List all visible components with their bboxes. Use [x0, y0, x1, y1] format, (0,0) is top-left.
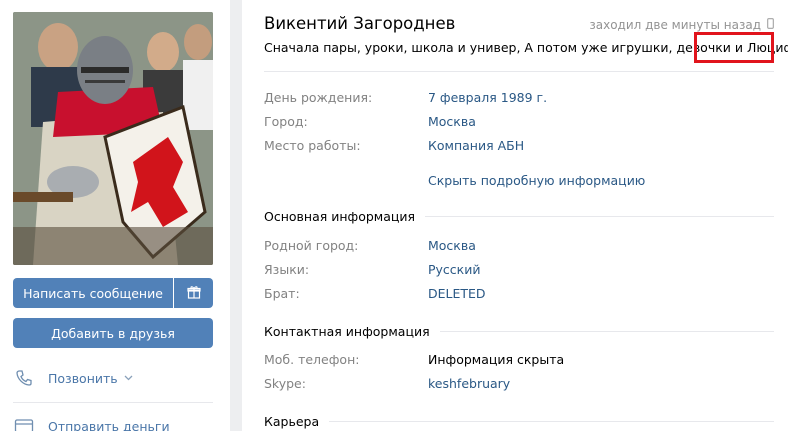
career-line [329, 421, 774, 422]
profile-page: Написать сообщение Добавить в друзья Поз… [0, 0, 788, 431]
profile-left-card: Написать сообщение Добавить в друзья Поз… [0, 0, 230, 431]
city-row: Город: Москва [264, 114, 476, 129]
career-title: Карьера [264, 414, 320, 429]
work-value[interactable]: Компания АБН [428, 138, 524, 153]
add-friend-button[interactable]: Добавить в друзья [13, 318, 213, 348]
card-icon [13, 415, 35, 431]
hometown-row: Родной город: Москва [264, 238, 476, 253]
skype-value[interactable]: keshfebruary [428, 376, 510, 391]
brother-row: Брат: DELETED [264, 286, 486, 301]
brother-label: Брат: [264, 286, 300, 301]
main-info-header: Основная информация [264, 209, 774, 224]
profile-name: Викентий Загороднев [264, 14, 456, 33]
career-header: Карьера [264, 414, 774, 429]
send-money-action[interactable]: Отправить деньги [13, 412, 213, 431]
birthday-row: День рождения: 7 февраля 1989 г. [264, 90, 547, 105]
profile-info-card: Викентий Загороднев заходил две минуты н… [242, 0, 788, 431]
send-message-button[interactable]: Написать сообщение [13, 278, 173, 308]
work-row: Место работы: Компания АБН [264, 138, 524, 153]
send-money-label: Отправить деньги [48, 418, 170, 431]
work-label: Место работы: [264, 138, 361, 153]
gift-button[interactable] [174, 278, 213, 308]
main-info-title: Основная информация [264, 209, 416, 224]
phone-icon [13, 367, 35, 389]
skype-row: Skype: keshfebruary [264, 376, 510, 391]
highlight-annotation [694, 32, 774, 63]
call-label: Позвонить [48, 370, 118, 386]
hide-details-link[interactable]: Скрыть подробную информацию [428, 173, 645, 188]
phone-value: Информация скрыта [428, 352, 565, 367]
contact-info-line [439, 331, 774, 332]
languages-value[interactable]: Русский [428, 262, 480, 277]
contact-info-title: Контактная информация [264, 324, 430, 339]
hometown-label: Родной город: [264, 238, 359, 253]
main-info-line [425, 216, 774, 217]
profile-photo[interactable] [13, 12, 213, 265]
status-divider [264, 71, 774, 72]
call-action[interactable]: Позвонить [13, 364, 213, 392]
contact-info-header: Контактная информация [264, 324, 774, 339]
skype-label: Skype: [264, 376, 306, 391]
birthday-label: День рождения: [264, 90, 373, 105]
left-divider [13, 402, 213, 403]
birthday-value[interactable]: 7 февраля 1989 г. [428, 90, 547, 105]
send-message-label: Написать сообщение [23, 285, 163, 301]
phone-label: Моб. телефон: [264, 352, 360, 367]
add-friend-label: Добавить в друзья [51, 325, 175, 341]
phone-row: Моб. телефон: Информация скрыта [264, 352, 564, 367]
brother-value[interactable]: DELETED [428, 286, 486, 301]
last-seen-text: заходил две минуты назад [589, 18, 761, 32]
languages-label: Языки: [264, 262, 310, 277]
mobile-icon [767, 18, 774, 32]
chevron-down-icon [124, 375, 133, 381]
hometown-value[interactable]: Москва [428, 238, 476, 253]
gift-icon [186, 284, 201, 303]
languages-row: Языки: Русский [264, 262, 480, 277]
last-seen: заходил две минуты назад [589, 18, 774, 32]
profile-photo-image [13, 12, 213, 265]
city-value[interactable]: Москва [428, 114, 476, 129]
city-label: Город: [264, 114, 308, 129]
